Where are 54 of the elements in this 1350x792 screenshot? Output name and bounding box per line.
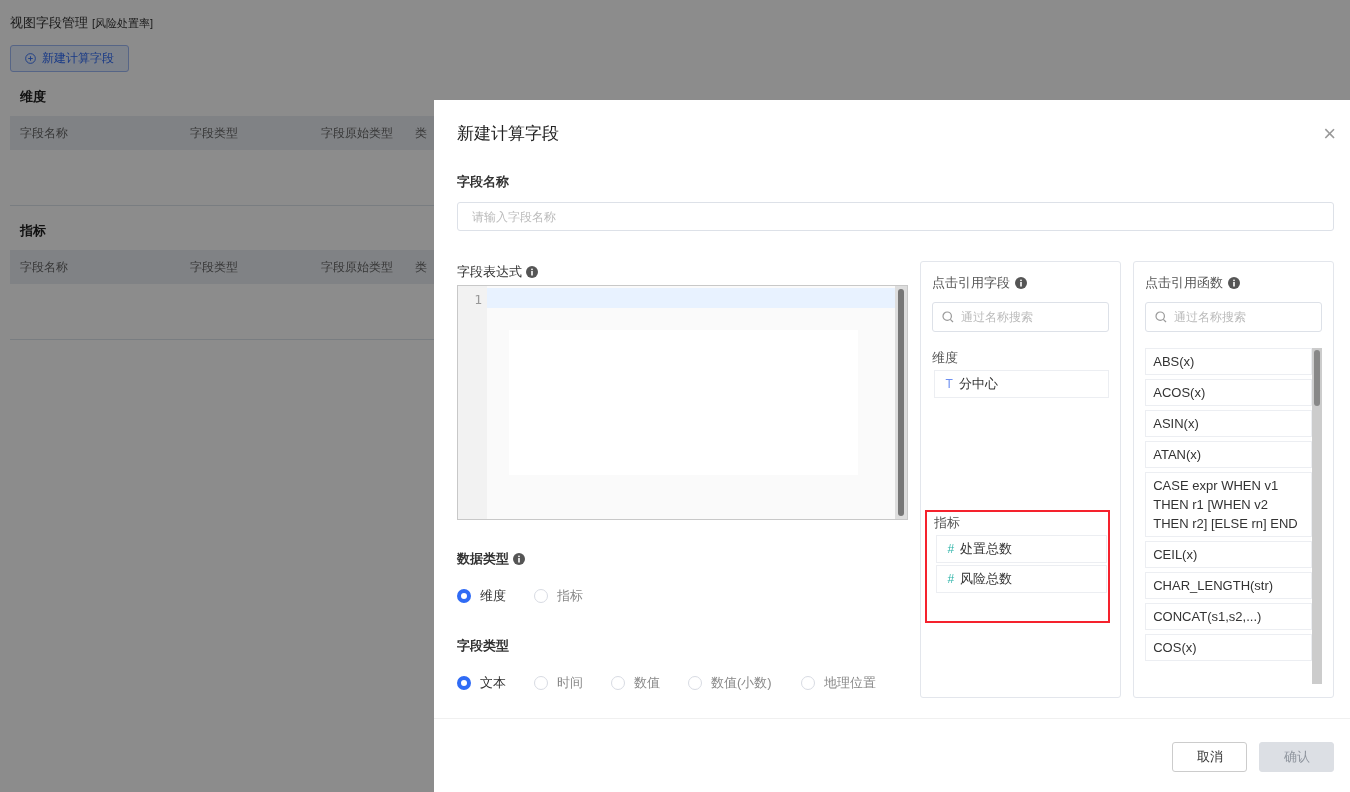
radio-option[interactable]: 数值(小数) bbox=[688, 674, 801, 692]
search-field[interactable]: 通过名称搜索 bbox=[1145, 302, 1322, 332]
section-title: 指标 bbox=[18, 222, 47, 240]
function-item[interactable]: CONCAT(s1,s2,...) bbox=[1145, 603, 1312, 630]
field-label: 字段表达式 bbox=[457, 263, 522, 281]
field-label: 字段类型 bbox=[457, 637, 509, 655]
panel-title: 点击引用字段 bbox=[932, 274, 1011, 292]
function-item[interactable]: ABS(x) bbox=[1145, 348, 1312, 375]
function-item[interactable]: CHAR_LENGTH(str) bbox=[1145, 572, 1312, 599]
panel-title: 点击引用函数 bbox=[1145, 274, 1224, 292]
scrollbar[interactable] bbox=[895, 286, 908, 519]
name-input-field[interactable]: 请输入字段名称 bbox=[457, 202, 1334, 231]
info-icon bbox=[1015, 277, 1028, 289]
column-header: 字段原始类型 bbox=[321, 124, 394, 142]
search-field[interactable]: 通过名称搜索 bbox=[932, 302, 1110, 332]
info-icon bbox=[513, 553, 525, 565]
cancel-button[interactable]: 取消 bbox=[1172, 742, 1247, 772]
drawer-title: 新建计算字段 bbox=[457, 123, 559, 145]
line-number: 1 bbox=[474, 292, 482, 307]
radio-option[interactable]: 指标 bbox=[534, 587, 611, 605]
radio-option[interactable]: 地理位置 bbox=[801, 674, 878, 692]
search-icon bbox=[942, 311, 955, 323]
column-header: 字段名称 bbox=[20, 124, 69, 142]
group-title: 维度 bbox=[932, 349, 959, 367]
column-header: 字段名称 bbox=[20, 258, 69, 276]
group-title: 指标 bbox=[934, 514, 961, 532]
plus-circle-icon bbox=[25, 53, 36, 64]
function-item[interactable]: ATAN(x) bbox=[1145, 441, 1312, 468]
column-header: 类 bbox=[415, 124, 427, 142]
function-item[interactable]: ASIN(x) bbox=[1145, 410, 1312, 437]
radio-option[interactable]: 时间 bbox=[534, 674, 611, 692]
field-item[interactable]: # 处置总数 bbox=[936, 535, 1108, 563]
field-label: 数据类型 bbox=[457, 550, 509, 568]
info-icon bbox=[1228, 277, 1241, 289]
column-header: 字段原始类型 bbox=[321, 258, 394, 276]
column-header: 字段类型 bbox=[190, 258, 239, 276]
radio-option[interactable]: 数值 bbox=[611, 674, 688, 692]
function-item[interactable]: ACOS(x) bbox=[1145, 379, 1312, 406]
column-header: 字段类型 bbox=[190, 124, 239, 142]
radio-option[interactable]: 维度 bbox=[457, 587, 534, 605]
info-icon bbox=[526, 266, 538, 278]
function-item[interactable]: CASE expr WHEN v1 THEN r1 [WHEN v2 THEN r2] [ELSE rn] END bbox=[1145, 472, 1312, 537]
section-title: 维度 bbox=[19, 88, 47, 106]
page-subtitle: [风险处置率] bbox=[92, 16, 154, 31]
search-icon bbox=[1155, 311, 1168, 323]
field-item[interactable]: T 分中心 bbox=[934, 370, 1110, 398]
function-item[interactable]: CEIL(x) bbox=[1145, 541, 1312, 568]
scrollbar[interactable] bbox=[1312, 348, 1322, 684]
page-title: 视图字段管理 bbox=[10, 14, 88, 32]
function-item[interactable]: COS(x) bbox=[1145, 634, 1312, 661]
column-header: 类 bbox=[415, 258, 427, 276]
field-label: 字段名称 bbox=[457, 173, 509, 191]
field-item[interactable]: # 风险总数 bbox=[936, 565, 1108, 593]
radio-option[interactable]: 文本 bbox=[457, 674, 534, 692]
